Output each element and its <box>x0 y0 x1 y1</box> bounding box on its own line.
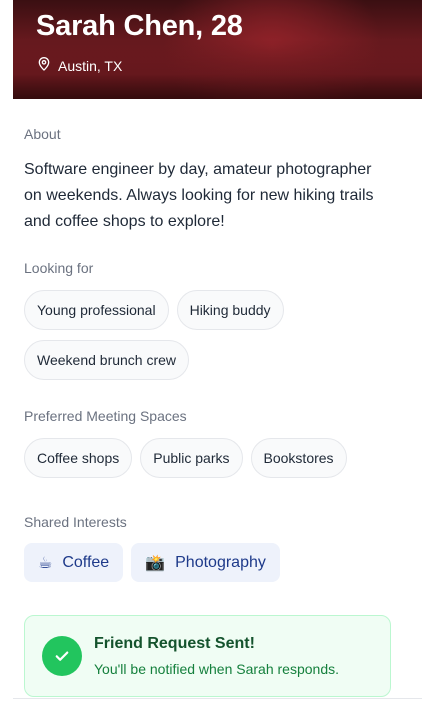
interest-label: Coffee <box>62 553 110 571</box>
profile-location: Austin, TX <box>36 56 122 75</box>
looking-for-chip[interactable]: Hiking buddy <box>176 290 284 330</box>
check-icon <box>42 636 82 676</box>
looking-for-chips: Young professional Hiking buddy Weekend … <box>24 290 324 380</box>
looking-for-chip[interactable]: Weekend brunch crew <box>24 340 190 380</box>
notice-title: Friend Request Sent! <box>94 635 255 652</box>
meeting-space-chip[interactable]: Bookstores <box>250 438 347 478</box>
camera-icon: 📸 <box>145 554 166 572</box>
shared-interests-label: Shared Interests <box>24 514 127 530</box>
profile-photo-header: Sarah Chen, 28 Austin, TX <box>13 0 422 99</box>
coffee-icon: ☕ <box>38 554 53 572</box>
interest-label: Photography <box>175 553 266 571</box>
looking-for-label: Looking for <box>24 260 94 276</box>
meeting-space-chip[interactable]: Coffee shops <box>24 438 133 478</box>
profile-name: Sarah Chen, 28 <box>36 10 243 42</box>
interest-chip-photography[interactable]: 📸 Photography <box>131 543 280 582</box>
meeting-space-chip[interactable]: Public parks <box>140 438 243 478</box>
notice-subtitle: You'll be notified when Sarah responds. <box>94 661 339 677</box>
location-text: Austin, TX <box>58 57 123 74</box>
friend-request-notice: Friend Request Sent! You'll be notified … <box>24 615 391 697</box>
meeting-spaces-chips: Coffee shops Public parks Bookstores <box>24 438 394 478</box>
notice-text: Friend Request Sent! You'll be notified … <box>94 635 339 677</box>
map-pin-icon <box>36 56 52 75</box>
bottom-divider <box>13 698 422 699</box>
about-text: Software engineer by day, amateur photog… <box>24 161 374 230</box>
shared-interests-chips: ☕ Coffee 📸 Photography <box>24 543 280 582</box>
meeting-spaces-label: Preferred Meeting Spaces <box>24 408 187 424</box>
interest-chip-coffee[interactable]: ☕ Coffee <box>24 543 124 582</box>
about-label: About <box>24 126 61 142</box>
looking-for-chip[interactable]: Young professional <box>24 290 169 330</box>
